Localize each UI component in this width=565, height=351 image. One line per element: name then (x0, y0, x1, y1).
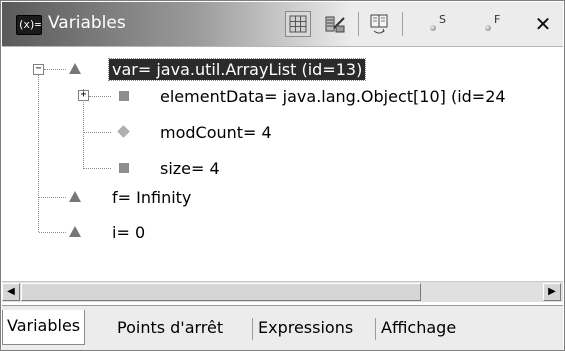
tree-connector (83, 89, 84, 169)
field-icon (119, 91, 129, 101)
static-variables-icon: S (427, 13, 449, 35)
variable-label: i= 0 (112, 222, 146, 242)
protected-field-icon (117, 125, 130, 138)
toolbar-separator (358, 12, 359, 36)
variable-label: size= 4 (160, 158, 220, 178)
tree-row[interactable]: f= Infinity (109, 184, 194, 210)
variable-label: f= Infinity (112, 187, 192, 207)
tree-row[interactable]: elementData= java.lang.Object[10] (id=24 (157, 83, 509, 109)
field-icon (119, 163, 129, 173)
scrollbar-thumb[interactable] (21, 283, 421, 301)
collapse-toggle[interactable]: − (33, 64, 44, 75)
variables-view: (x)= Variables S F ✕ − var= java.util.Ar… (0, 0, 565, 351)
local-variable-icon (69, 191, 81, 202)
tab-display[interactable]: Affichage (377, 314, 460, 342)
view-title-bar: (x)= Variables S F ✕ (2, 2, 563, 47)
tree-connector (39, 197, 66, 198)
tab-expressions[interactable]: Expressions (254, 314, 357, 342)
detail-pane-icon (370, 14, 388, 34)
expand-toggle[interactable]: + (78, 90, 89, 101)
close-view-button[interactable]: ✕ (532, 12, 554, 36)
toolbar-separator (402, 12, 403, 36)
show-type-names-button[interactable] (285, 11, 311, 37)
show-final-variables-button[interactable]: F (480, 11, 506, 37)
horizontal-scrollbar[interactable]: ◀ ▶ (2, 281, 563, 302)
variables-tree[interactable]: − var= java.util.ArrayList (id=13) + ele… (2, 47, 563, 279)
tree-row[interactable]: var= java.util.ArrayList (id=13) (107, 56, 367, 82)
tree-connector (84, 168, 111, 169)
show-static-variables-button[interactable]: S (425, 11, 451, 37)
tree-connector (84, 132, 111, 133)
tab-breakpoints[interactable]: Points d'arrêt (113, 314, 227, 342)
variables-view-icon: (x)= (16, 15, 42, 35)
tree-connector (39, 232, 66, 233)
variable-label: modCount= 4 (160, 122, 272, 142)
tree-row[interactable]: size= 4 (157, 155, 223, 181)
tree-connector (44, 69, 66, 70)
tab-separator (252, 318, 253, 340)
toggle-detail-pane-button[interactable] (366, 11, 392, 37)
tree-row[interactable]: modCount= 4 (157, 119, 275, 145)
tree-connector (89, 96, 111, 97)
final-variables-icon: F (482, 13, 504, 35)
view-tab-bar: Variables Points d'arrêt Expressions Aff… (2, 305, 563, 350)
logical-structure-icon (325, 16, 345, 33)
local-variable-icon (69, 226, 81, 237)
variable-label: elementData= java.lang.Object[10] (id=24 (160, 86, 506, 106)
scroll-left-button[interactable]: ◀ (2, 283, 20, 301)
tree-connector (38, 74, 39, 232)
variable-label: var= java.util.ArrayList (id=13) (107, 57, 367, 81)
tab-variables[interactable]: Variables (2, 310, 86, 345)
tree-row[interactable]: i= 0 (109, 219, 148, 245)
local-variable-icon (69, 63, 81, 74)
grid-icon (289, 15, 307, 33)
view-title: Variables (48, 13, 126, 33)
scroll-right-button[interactable]: ▶ (543, 283, 561, 301)
tab-separator (375, 318, 376, 340)
show-logical-structure-button[interactable] (322, 11, 348, 37)
